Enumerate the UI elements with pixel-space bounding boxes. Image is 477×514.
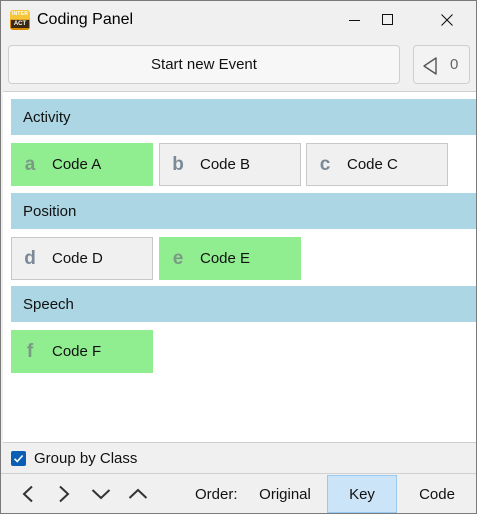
next-button[interactable] [46,475,82,513]
chevron-down-icon [91,489,111,500]
close-icon [441,14,453,26]
move-down-button[interactable] [83,475,119,513]
chevron-right-icon [59,485,70,503]
checkmark-icon [13,454,24,463]
window-title: Coding Panel [37,11,134,28]
group-by-class-checkbox[interactable] [11,451,26,466]
code-label: Code E [200,250,251,267]
chevron-up-icon [128,488,148,499]
code-button-d[interactable]: d Code D [11,237,153,280]
code-key: f [26,340,34,362]
order-key-button[interactable]: Key [327,475,397,513]
code-button-a[interactable]: a Code A [11,143,153,186]
maximize-icon [382,14,393,25]
app-logo-text-top: INTER [12,11,28,17]
code-label: Code F [52,343,102,360]
code-key: d [24,247,36,269]
group-by-class-row: Group by Class [1,444,476,474]
order-original-button[interactable]: Original [245,475,325,513]
code-label: Code A [52,156,102,173]
order-code-button[interactable]: Code [399,475,475,513]
class-header-speech: Speech [11,286,476,322]
order-label: Order: [195,486,238,503]
chevron-left-icon [22,485,33,503]
bottom-bar: Order: Original Key Code [1,475,476,513]
code-key: e [172,247,184,269]
app-logo-text-bottom: ACT [11,20,29,28]
move-up-button[interactable] [120,475,156,513]
code-label: Code D [52,250,103,267]
codes-panel: Activity a Code A b Code B c Code C Posi… [3,91,476,443]
undo-triangle-icon [423,57,437,75]
code-label: Code B [200,156,251,173]
close-button[interactable] [424,1,470,39]
code-key: b [172,153,184,175]
coding-panel-window: INTER ACT Coding Panel Start new Event 0… [0,0,477,514]
start-new-event-button[interactable]: Start new Event [8,45,400,84]
undo-button[interactable]: 0 [413,45,470,84]
app-logo-icon: INTER ACT [10,10,30,30]
code-button-e[interactable]: e Code E [159,237,301,280]
class-header-position: Position [11,193,476,229]
code-button-c[interactable]: c Code C [306,143,448,186]
toolbar: Start new Event 0 [1,39,476,91]
group-by-class-label[interactable]: Group by Class [34,450,137,467]
title-bar[interactable]: INTER ACT Coding Panel [1,1,476,39]
code-key: a [24,153,36,175]
code-key: c [319,153,331,175]
maximize-button[interactable] [365,1,411,39]
code-button-b[interactable]: b Code B [159,143,301,186]
class-header-activity: Activity [11,99,476,135]
previous-button[interactable] [10,475,46,513]
undo-count: 0 [450,56,459,73]
code-button-f[interactable]: f Code F [11,330,153,373]
code-label: Code C [347,156,398,173]
minimize-icon [349,20,360,21]
